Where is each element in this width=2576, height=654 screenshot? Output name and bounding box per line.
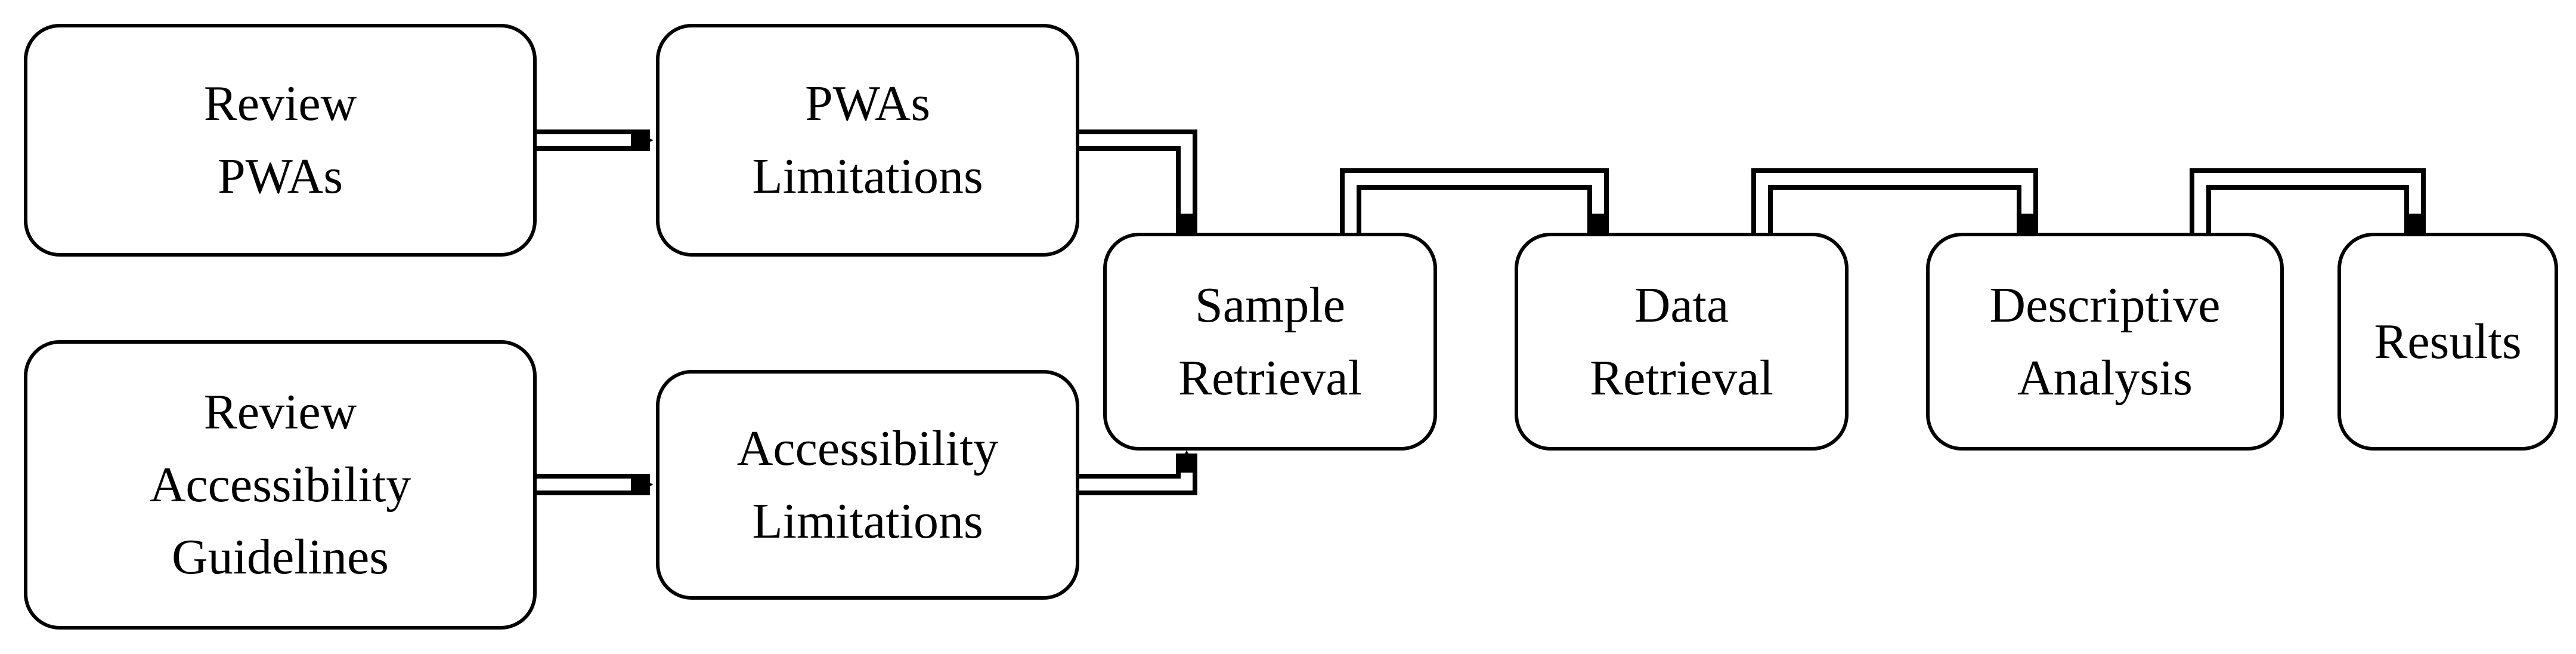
box-data-retrieval: DataRetrieval	[1515, 233, 1849, 451]
box-review-pwas: ReviewPWAs	[24, 24, 537, 257]
box-review-accessibility-guidelines: ReviewAccessibilityGuidelines	[24, 340, 537, 630]
arrow-data-to-descriptive	[1762, 179, 2027, 234]
box-pwas-limitations: PWAsLimitations	[656, 24, 1079, 257]
arrow-sample-to-data	[1351, 179, 1598, 234]
box-label: ReviewPWAs	[204, 67, 357, 213]
box-accessibility-limitations: AccessibilityLimitations	[656, 370, 1079, 600]
box-label: PWAsLimitations	[752, 67, 983, 213]
box-descriptive-analysis: DescriptiveAnalysis	[1926, 233, 2284, 451]
box-label: DescriptiveAnalysis	[1989, 269, 2220, 415]
box-label: ReviewAccessibilityGuidelines	[150, 376, 411, 594]
box-label: Results	[2374, 306, 2521, 378]
arrow-acc-limitations-to-sample	[1078, 454, 1187, 489]
arrow-descriptive-to-results	[2200, 179, 2415, 234]
box-label: SampleRetrieval	[1178, 269, 1362, 415]
box-results: Results	[2337, 233, 2558, 451]
box-label: DataRetrieval	[1590, 269, 1773, 415]
box-label: AccessibilityLimitations	[737, 412, 999, 558]
box-sample-retrieval: SampleRetrieval	[1103, 233, 1437, 451]
arrow-pwas-limitations-to-sample	[1078, 137, 1187, 233]
